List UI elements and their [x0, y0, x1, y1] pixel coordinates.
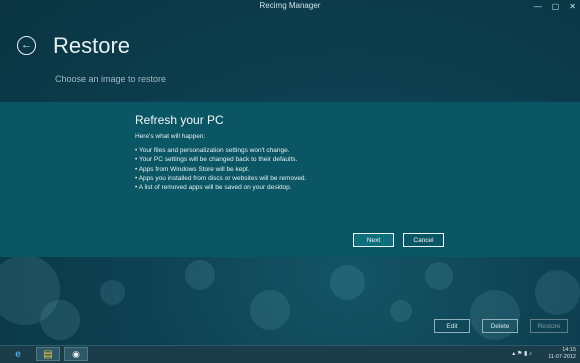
cancel-button[interactable]: Cancel [403, 233, 444, 247]
bokeh-circle [250, 290, 290, 330]
arrow-left-icon: ← [21, 39, 32, 51]
next-button[interactable]: Next [353, 233, 394, 247]
edit-button[interactable]: Edit [434, 319, 470, 333]
minimize-icon[interactable]: — [534, 1, 542, 13]
bokeh-circle [330, 265, 365, 300]
tray-clock[interactable]: 14:15 11-07-2012 [548, 347, 576, 361]
maximize-icon[interactable]: ▢ [552, 1, 560, 13]
window-titlebar: Recimg Manager — ▢ ✕ [0, 0, 580, 14]
page-subtitle: Choose an image to restore [55, 74, 167, 84]
page-title: Restore [53, 33, 131, 58]
bullet-item: • Your files and personalization setting… [135, 147, 290, 154]
dialog-intro: Here's what will happen: [135, 133, 206, 140]
bokeh-circle [40, 300, 80, 340]
dialog-bullet-list: • Your files and personalization setting… [135, 146, 306, 192]
folder-icon[interactable]: ▤ [36, 347, 60, 361]
dialog-title: Refresh your PC [135, 113, 224, 127]
bokeh-circle [185, 260, 215, 290]
back-button[interactable]: ← [17, 36, 36, 55]
refresh-dialog: Refresh your PC Here's what will happen:… [0, 102, 580, 257]
restore-button[interactable]: Restore [530, 319, 568, 333]
ie-icon[interactable]: e [6, 347, 30, 361]
recimg-app-icon[interactable]: ◉ [64, 347, 88, 361]
bullet-item: • Apps from Windows Store will be kept. [135, 165, 250, 173]
tray-date: 11-07-2012 [548, 354, 576, 360]
close-icon[interactable]: ✕ [569, 1, 576, 13]
delete-button[interactable]: Delete [482, 319, 518, 333]
bokeh-circle [390, 300, 412, 322]
bullet-item: • Your PC settings will be changed back … [135, 156, 298, 164]
bokeh-circle [425, 262, 453, 290]
window-title: Recimg Manager [259, 1, 321, 10]
bullet-item: • Apps you installed from discs or websi… [135, 174, 307, 182]
bokeh-circle [100, 280, 125, 305]
taskbar: e ▤ ◉ ▴ ⚑ ▮ ♪ 14:15 11-07-2012 [0, 345, 580, 363]
bokeh-circle [535, 270, 580, 315]
tray-icons[interactable]: ▴ ⚑ ▮ ♪ [512, 350, 532, 357]
window-controls: — ▢ ✕ [534, 1, 576, 13]
tray-time: 14:15 [562, 347, 576, 353]
bullet-item: • A list of removed apps will be saved o… [135, 184, 292, 192]
